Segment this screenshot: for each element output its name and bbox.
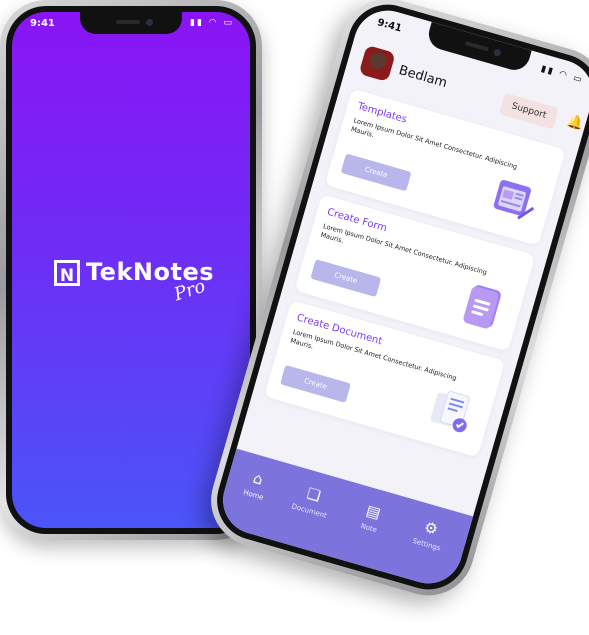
phone-notch [80,12,182,34]
app-logo: N TekNotes Pro [54,250,224,310]
template-icon [486,174,540,228]
tab-document[interactable]: ❏ Document [284,479,340,522]
camera [492,48,502,57]
user-name: Bedlam [397,63,449,92]
create-button[interactable]: Create [310,259,382,298]
tab-note[interactable]: ▤ Note [344,496,400,539]
tab-settings[interactable]: ⚙ Settings [401,513,457,556]
create-button[interactable]: Create [340,153,412,192]
splash-screen: 9:41 ▮▮ ◠ ▭ N TekNotes Pro [12,12,250,528]
document-icon [426,386,480,440]
tab-label: Home [242,488,265,502]
tab-label: Note [359,522,378,535]
bell-icon[interactable]: 🔔 [566,114,586,133]
status-icons: ▮▮ ◠ ▭ [539,64,585,86]
create-button[interactable]: Create [280,364,351,403]
status-time: 9:41 [30,18,55,29]
logo-mark: N [54,260,80,286]
note-icon: ▤ [364,501,383,523]
avatar[interactable] [358,44,396,83]
form-icon [456,280,510,334]
tab-home[interactable]: ⌂ Home [228,463,284,506]
speaker [116,20,140,24]
camera [146,19,153,26]
speaker [464,41,489,52]
support-button[interactable]: Support [498,92,559,130]
home-icon: ⌂ [251,468,266,489]
status-icons: ▮▮ ◠ ▭ [190,18,234,28]
status-time: 9:41 [375,17,403,35]
